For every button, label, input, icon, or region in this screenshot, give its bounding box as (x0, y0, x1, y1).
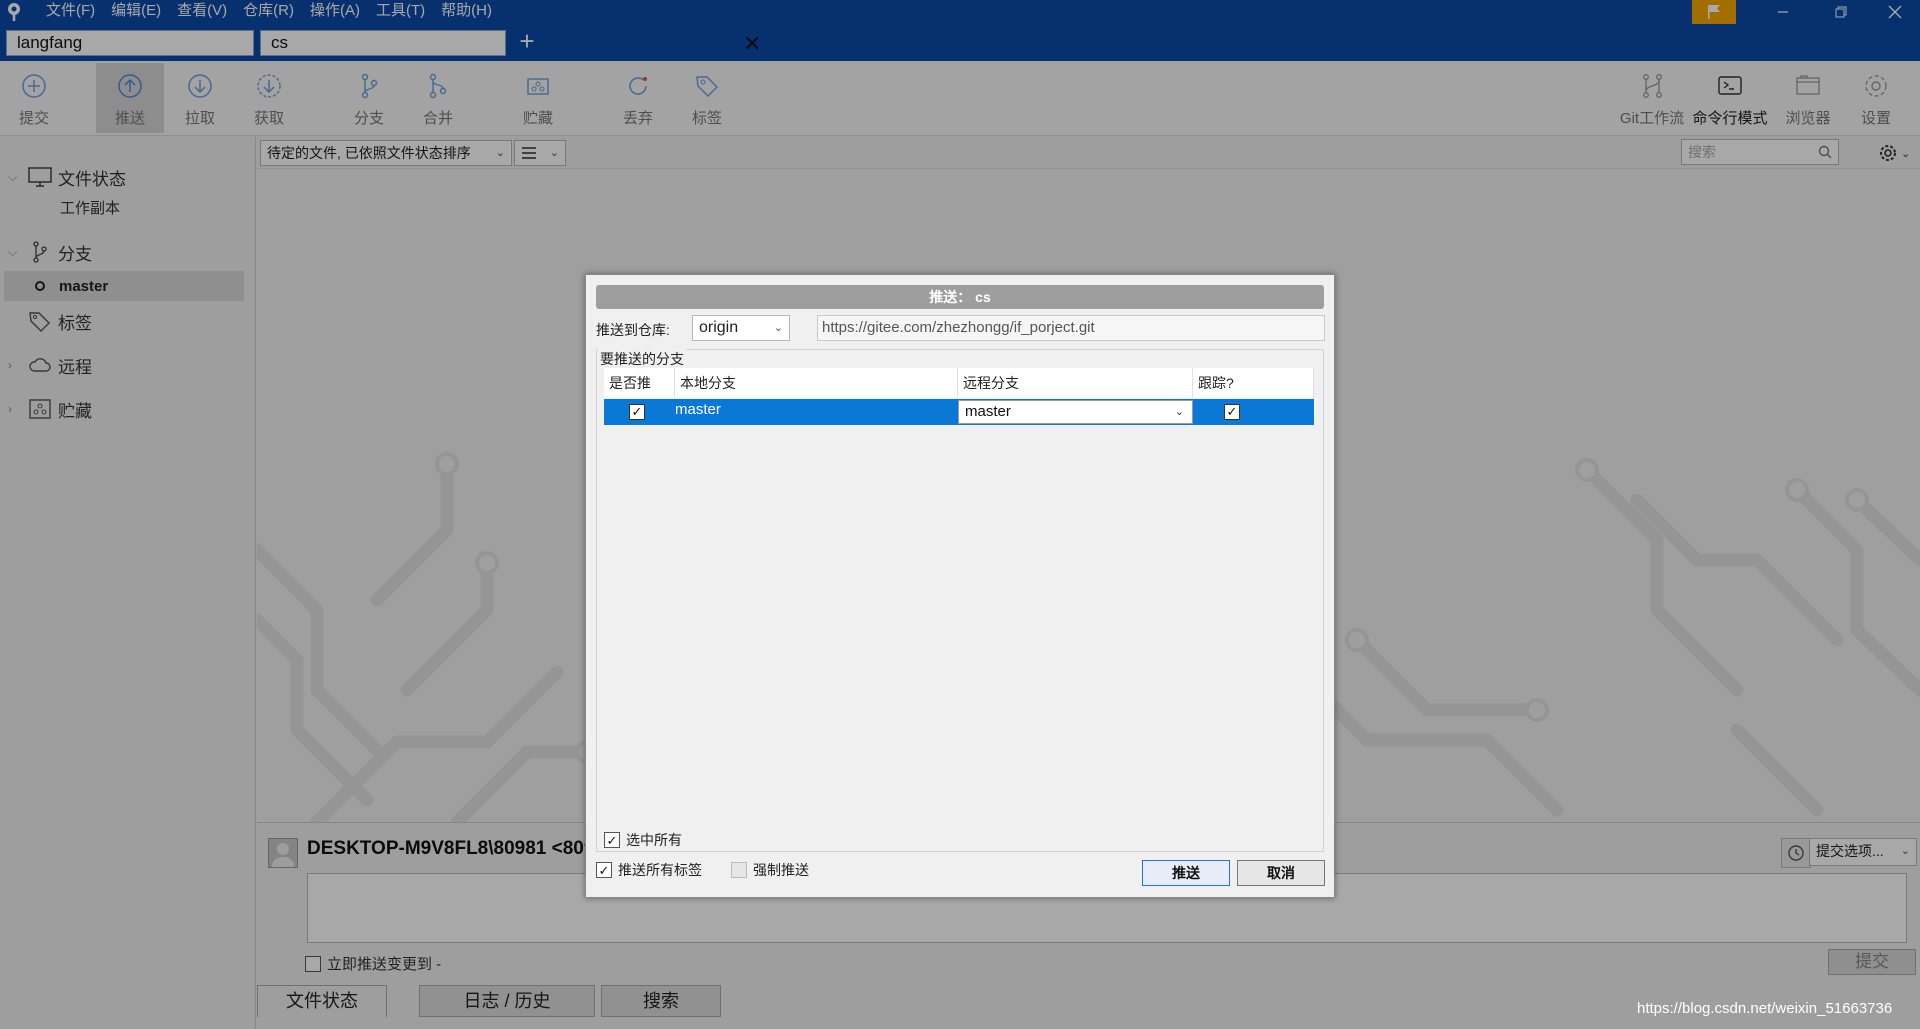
force-push-label: 强制推送 (753, 862, 809, 878)
push-all-tags-checkbox[interactable]: ✓ 推送所有标签 (596, 860, 702, 880)
local-branch-cell: master (675, 401, 721, 418)
push-branch-checkbox[interactable]: ✓ (629, 404, 645, 420)
select-all-label: 选中所有 (626, 832, 682, 848)
remote-url-field: https://gitee.com/zhezhongg/if_porject.g… (817, 315, 1325, 341)
push-to-repo-label: 推送到仓库: (596, 322, 670, 338)
track-branch-checkbox[interactable]: ✓ (1224, 404, 1240, 420)
table-row[interactable]: ✓ master master ⌄ ✓ (604, 399, 1314, 425)
push-dialog: 推送： cs 推送到仓库: origin ⌄ https://gitee.com… (585, 274, 1335, 898)
checkbox-box[interactable]: ✓ (604, 832, 620, 848)
watermark-text: https://blog.csdn.net/weixin_51663736 (1637, 1000, 1893, 1017)
chevron-down-icon: ⌄ (773, 322, 783, 334)
dialog-title: 推送： cs (596, 285, 1324, 309)
select-all-checkbox[interactable]: ✓ 选中所有 (604, 830, 682, 850)
push-all-tags-label: 推送所有标签 (618, 862, 702, 878)
column-header-push[interactable]: 是否推 (604, 368, 675, 398)
column-header-track[interactable]: 跟踪? (1193, 368, 1314, 398)
remote-branch-value: master (965, 403, 1011, 420)
column-header-remote-branch[interactable]: 远程分支 (958, 368, 1193, 398)
push-button[interactable]: 推送 (1142, 860, 1230, 886)
chevron-down-icon: ⌄ (1174, 406, 1184, 418)
cancel-button[interactable]: 取消 (1237, 860, 1325, 886)
branch-table: 是否推 本地分支 远程分支 跟踪? ✓ master master ⌄ ✓ (604, 368, 1314, 830)
column-header-local-branch[interactable]: 本地分支 (675, 368, 958, 398)
remote-branch-select[interactable]: master ⌄ (958, 400, 1193, 424)
checkbox-box[interactable] (731, 862, 747, 878)
checkbox-box[interactable]: ✓ (596, 862, 612, 878)
remote-select[interactable]: origin ⌄ (692, 315, 790, 341)
remote-select-value: origin (699, 319, 739, 336)
branches-to-push-label: 要推送的分支 (598, 349, 686, 369)
force-push-checkbox[interactable]: 强制推送 (731, 860, 809, 880)
